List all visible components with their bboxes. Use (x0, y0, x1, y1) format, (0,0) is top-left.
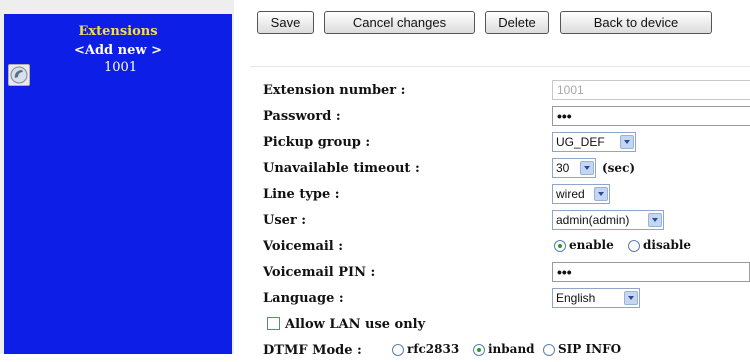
line-type-row: Line type : wired (263, 184, 750, 206)
voicemail-label: Voicemail : (263, 239, 344, 254)
sidebar: Extensions <Add new > 1001 (0, 0, 234, 354)
extension-number-label: 1001 (104, 60, 138, 75)
pickup-group-select[interactable]: UG_DEF (552, 132, 636, 152)
chevron-down-icon (580, 161, 594, 175)
voicemail-pin-label: Voicemail PIN : (263, 265, 376, 280)
pickup-group-label: Pickup group : (263, 135, 371, 150)
allow-lan-label: Allow LAN use only (285, 317, 426, 332)
user-value: admin(admin) (556, 213, 630, 227)
divider (250, 66, 750, 67)
extension-number-field: 1001 (552, 80, 750, 100)
pickup-group-row: Pickup group : UG_DEF (263, 132, 750, 154)
user-row: User : admin(admin) (263, 210, 750, 232)
password-field[interactable]: ••• (552, 106, 750, 126)
voicemail-pin-field[interactable]: ••• (552, 262, 750, 282)
chevron-down-icon (624, 291, 638, 305)
allow-lan-row: Allow LAN use only (263, 314, 750, 336)
unavailable-timeout-select[interactable]: 30 (552, 158, 596, 178)
line-type-value: wired (556, 187, 585, 201)
extensions-title: Extensions (78, 24, 158, 39)
chevron-down-icon (648, 213, 662, 227)
dtmf-mode-row: DTMF Mode : rfc2833 inband SIP INFO (263, 340, 750, 362)
unavailable-timeout-label: Unavailable timeout : (263, 161, 420, 176)
chevron-down-icon (620, 135, 634, 149)
user-label: User : (263, 213, 307, 228)
extension-list-item[interactable]: 1001 (8, 60, 228, 86)
language-value: English (556, 291, 596, 305)
extension-number-row: Extension number : 1001 (263, 80, 750, 102)
unavailable-timeout-row: Unavailable timeout : 30 (sec) (263, 158, 750, 180)
dtmf-mode-label: DTMF Mode : (263, 343, 362, 358)
voicemail-pin-row: Voicemail PIN : ••• (263, 262, 750, 284)
delete-button[interactable]: Delete (485, 11, 549, 34)
unavailable-timeout-value: 30 (556, 161, 570, 175)
back-to-device-button[interactable]: Back to device (560, 11, 712, 34)
voicemail-enable-label: enable (569, 238, 614, 252)
line-type-select[interactable]: wired (552, 184, 610, 204)
phone-icon (8, 64, 30, 86)
voicemail-row: Voicemail : enable disable (263, 236, 750, 258)
chevron-down-icon (594, 187, 608, 201)
cancel-changes-button[interactable]: Cancel changes (324, 11, 475, 34)
dtmf-sipinfo-radio[interactable] (543, 344, 555, 356)
language-row: Language : English (263, 288, 750, 310)
extension-number-label: Extension number : (263, 83, 406, 98)
voicemail-disable-radio[interactable] (628, 240, 640, 252)
allow-lan-checkbox[interactable] (267, 317, 280, 330)
user-select[interactable]: admin(admin) (552, 210, 664, 230)
line-type-label: Line type : (263, 187, 340, 202)
dtmf-rfc2833-radio[interactable] (392, 344, 404, 356)
password-label: Password : (263, 109, 341, 124)
language-select[interactable]: English (552, 288, 640, 308)
timeout-unit: (sec) (602, 161, 636, 175)
dtmf-inband-radio[interactable] (473, 344, 485, 356)
extensions-panel: Extensions <Add new > 1001 (4, 14, 232, 354)
voicemail-enable-radio[interactable] (554, 240, 566, 252)
password-row: Password : ••• (263, 106, 750, 128)
voicemail-disable-label: disable (643, 238, 692, 252)
add-new-link[interactable]: <Add new > (4, 43, 232, 58)
save-button[interactable]: Save (257, 11, 314, 34)
pickup-group-value: UG_DEF (556, 135, 605, 149)
language-label: Language : (263, 291, 344, 306)
